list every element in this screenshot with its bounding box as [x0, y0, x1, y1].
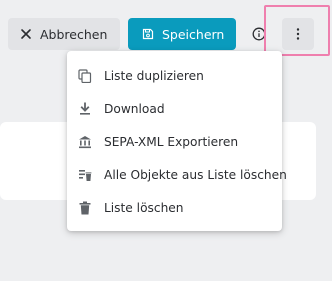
menu-item-duplicate-list[interactable]: Liste duplizieren: [67, 59, 282, 92]
cancel-button-label: Abbrechen: [40, 26, 108, 42]
menu-item-download[interactable]: Download: [67, 92, 282, 125]
clear-list-icon: [78, 168, 92, 182]
more-options-menu: Liste duplizieren Download SEPA-XML Expo…: [67, 51, 287, 231]
trash-icon: [78, 201, 92, 215]
copy-icon: [78, 68, 92, 83]
menu-item-sepa-export[interactable]: SEPA-XML Exportieren: [67, 125, 282, 158]
menu-item-label: Liste duplizieren: [104, 68, 204, 83]
cancel-button[interactable]: Abbrechen: [8, 18, 120, 50]
menu-item-label: SEPA-XML Exportieren: [104, 134, 239, 149]
save-button-label: Speichern: [162, 26, 225, 42]
menu-item-delete-list[interactable]: Liste löschen: [67, 191, 282, 224]
save-button[interactable]: Speichern: [128, 18, 236, 50]
download-icon: [78, 102, 92, 116]
focus-highlight: [264, 5, 330, 56]
menu-item-label: Alle Objekte aus Liste löschen: [104, 167, 287, 182]
close-icon: [20, 28, 32, 40]
menu-item-clear-list[interactable]: Alle Objekte aus Liste löschen: [67, 158, 287, 191]
menu-item-label: Liste löschen: [104, 200, 184, 215]
floppy-disk-icon: [142, 28, 154, 40]
menu-item-label: Download: [104, 101, 165, 116]
bank-icon: [78, 135, 92, 149]
